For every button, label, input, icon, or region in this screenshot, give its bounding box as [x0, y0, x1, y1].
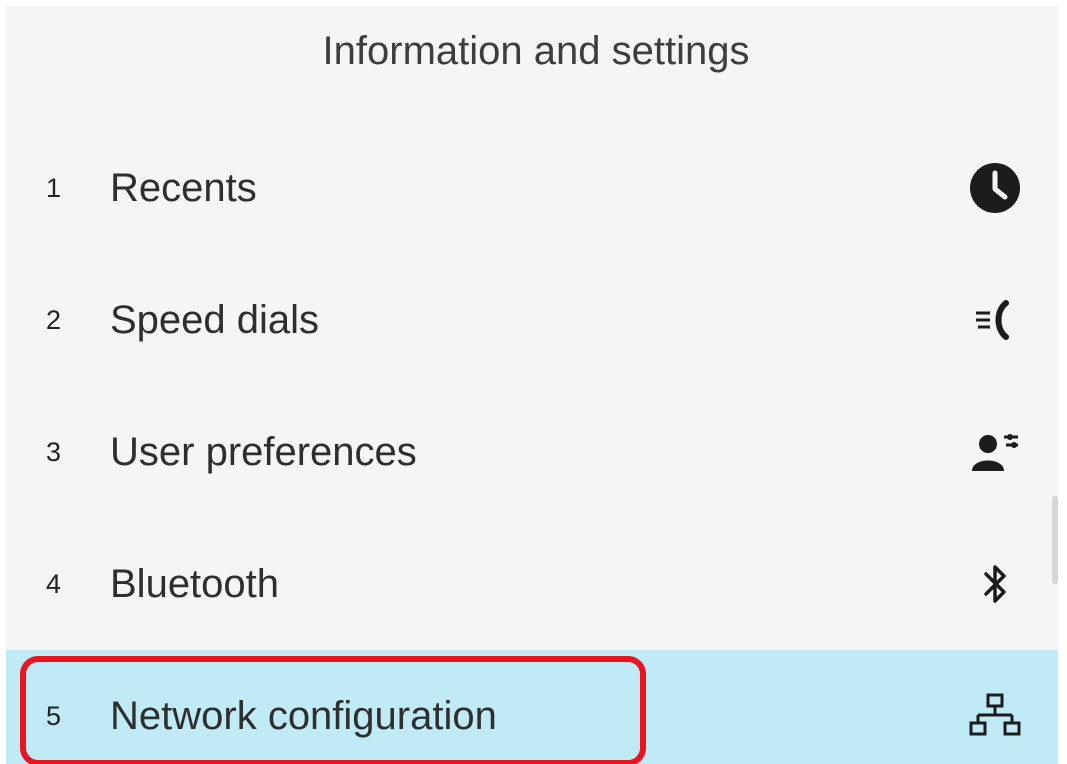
phone-screen: Information and settings 1 Recents 2 Spe… — [6, 6, 1058, 764]
settings-menu: 1 Recents 2 Speed dials 3 User preferenc… — [6, 122, 1058, 764]
clock-icon — [968, 161, 1022, 215]
bluetooth-icon — [968, 557, 1022, 611]
menu-item-number: 2 — [46, 304, 62, 335]
menu-item-speed-dials[interactable]: 2 Speed dials — [6, 254, 1058, 386]
menu-item-user-preferences[interactable]: 3 User preferences — [6, 386, 1058, 518]
menu-item-number: 1 — [46, 172, 62, 203]
page-title: Information and settings — [322, 29, 750, 73]
menu-item-number: 4 — [46, 568, 62, 599]
menu-item-network-configuration[interactable]: 5 Network configuration — [6, 650, 1058, 764]
menu-item-label: Recents — [110, 165, 257, 210]
menu-item-number: 3 — [46, 436, 62, 467]
menu-item-label: User preferences — [110, 429, 417, 474]
menu-item-number: 5 — [46, 700, 62, 731]
menu-item-label: Network configuration — [110, 693, 497, 738]
user-preferences-icon — [968, 425, 1022, 479]
speed-dial-icon — [968, 293, 1022, 347]
menu-item-recents[interactable]: 1 Recents — [6, 122, 1058, 254]
network-icon — [968, 689, 1022, 743]
menu-item-bluetooth[interactable]: 4 Bluetooth — [6, 518, 1058, 650]
menu-item-label: Bluetooth — [110, 561, 280, 606]
menu-item-label: Speed dials — [110, 297, 320, 342]
scrollbar[interactable] — [1052, 496, 1058, 584]
